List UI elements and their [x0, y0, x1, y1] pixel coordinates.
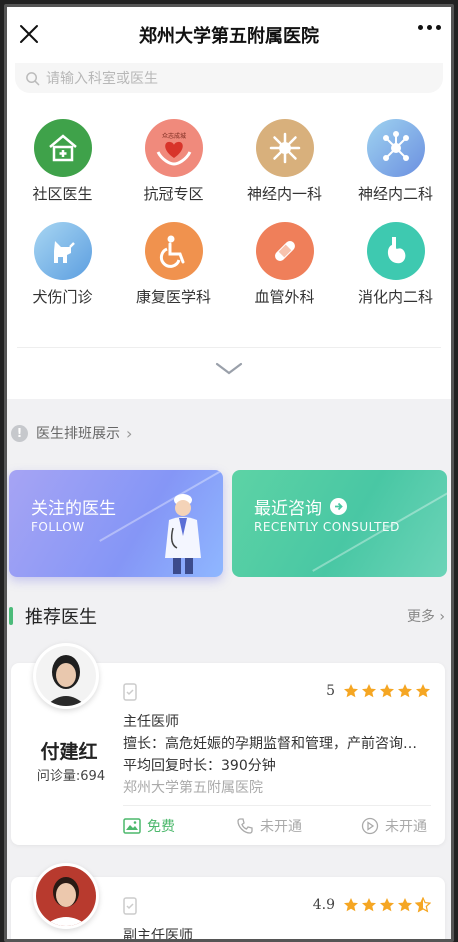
- dept-anti-covid[interactable]: 众志成城 抗冠专区: [118, 119, 229, 204]
- follow-subtitle: FOLLOW: [31, 520, 85, 534]
- play-circle-icon: [361, 817, 379, 835]
- rating-score: 4.9: [312, 897, 335, 913]
- divider: [17, 347, 441, 348]
- schedule-label: 医生排班展示: [36, 426, 120, 442]
- top-bar: 郑州大学第五附属医院: [7, 7, 451, 63]
- service-label: 未开通: [260, 819, 302, 835]
- service-label: 免费: [147, 819, 175, 835]
- followed-doctors-card[interactable]: 关注的医生 FOLLOW: [9, 470, 223, 577]
- recent-title-row: 最近咨询: [254, 494, 347, 519]
- dept-rehab[interactable]: 康复医学科: [118, 222, 229, 307]
- dept-label: 康复医学科: [135, 288, 211, 306]
- star-icon: [344, 898, 358, 912]
- neuron-icon: [255, 119, 314, 177]
- recommended-header: 推荐医生 更多 ›: [7, 603, 451, 629]
- phone-consult-button[interactable]: 未开通: [236, 816, 302, 836]
- doctor-hospital: 郑州大学第五附属医院: [123, 780, 263, 796]
- star-icon: [380, 684, 394, 698]
- neuron-network-icon: [366, 119, 425, 177]
- dept-label: 神经内二科: [357, 185, 433, 203]
- rating-score: 5: [326, 683, 335, 699]
- close-icon[interactable]: [17, 22, 41, 46]
- mobile-icon: [123, 897, 137, 915]
- doctor-schedule-link[interactable]: ! 医生排班展示 ›: [11, 423, 132, 443]
- avatar: [33, 643, 99, 709]
- rating: 5: [326, 683, 431, 699]
- video-consult-button[interactable]: 未开通: [361, 816, 427, 836]
- recently-consulted-card[interactable]: 最近咨询 RECENTLY CONSULTED: [232, 470, 447, 577]
- heart-hands-icon: 众志成城: [144, 119, 203, 177]
- dept-neuro-1[interactable]: 神经内一科: [229, 119, 340, 204]
- doctor-name: 付建红: [40, 741, 98, 763]
- dept-community[interactable]: 社区医生: [7, 119, 118, 204]
- dept-label: 消化内二科: [357, 288, 433, 306]
- chevron-down-icon[interactable]: [213, 361, 245, 377]
- more-label: 更多: [406, 609, 435, 625]
- service-label: 未开通: [385, 819, 427, 835]
- avatar: [33, 863, 99, 929]
- dept-label: 抗冠专区: [143, 185, 204, 203]
- recent-title: 最近咨询: [254, 499, 322, 519]
- star-icon: [380, 898, 394, 912]
- search-placeholder: 请输入科室或医生: [46, 71, 158, 87]
- department-grid-card: 社区医生 众志成城 抗冠专区 神经内一科 神经内二科 犬伤门诊 康复医学科 血管…: [7, 99, 451, 399]
- image-icon: [123, 818, 141, 834]
- section-title: 推荐医生: [25, 607, 97, 628]
- doctor-card[interactable]: 付建红 问诊量:694 5 主任医师 擅长：高危妊娠的孕期监督和管理，产前咨询……: [11, 643, 445, 845]
- search-icon: [26, 71, 40, 85]
- rating-stars: [343, 683, 431, 699]
- doctor-title: 主任医师: [123, 714, 179, 730]
- dept-label: 血管外科: [254, 288, 315, 306]
- doctor-title: 副主任医师: [123, 928, 193, 942]
- wheelchair-icon: [144, 222, 203, 280]
- image-consult-button[interactable]: 免费: [123, 816, 175, 836]
- dept-dog-bite[interactable]: 犬伤门诊: [7, 222, 118, 307]
- more-menu-icon[interactable]: [418, 25, 441, 30]
- dept-label: 神经内一科: [246, 185, 322, 203]
- section-accent-bar: [9, 607, 13, 625]
- search-area: 请输入科室或医生: [7, 63, 451, 99]
- star-icon: [344, 684, 358, 698]
- app-frame: 郑州大学第五附属医院 请输入科室或医生 社区医生 众志成城 抗冠专区 神经内一科…: [4, 4, 454, 942]
- rating-stars: [343, 897, 431, 913]
- phone-icon: [237, 818, 253, 834]
- dept-label: 犬伤门诊: [32, 288, 93, 306]
- divider: [123, 805, 431, 806]
- star-icon: [398, 898, 412, 912]
- mobile-icon: [123, 683, 137, 701]
- doctor-figure-icon: [165, 494, 201, 574]
- consult-count: 问诊量:694: [36, 769, 106, 784]
- chevron-right-icon: ›: [439, 609, 445, 625]
- badge-text: 众志成城: [161, 132, 185, 140]
- dept-gastro-2[interactable]: 消化内二科: [340, 222, 451, 307]
- rating: 4.9: [313, 897, 431, 913]
- dept-vascular[interactable]: 血管外科: [229, 222, 340, 307]
- follow-title: 关注的医生: [31, 499, 116, 519]
- star-icon: [362, 898, 376, 912]
- star-icon: [362, 684, 376, 698]
- star-icon: [398, 684, 412, 698]
- page-title: 郑州大学第五附属医院: [139, 26, 319, 47]
- chevron-right-icon: ›: [126, 423, 133, 443]
- more-link[interactable]: 更多 ›: [407, 606, 445, 626]
- avg-reply-time: 平均回复时长：390分钟: [123, 758, 276, 774]
- info-icon: !: [11, 424, 28, 442]
- star-icon: [415, 897, 431, 913]
- stomach-icon: [366, 222, 425, 280]
- dept-neuro-2[interactable]: 神经内二科: [340, 119, 451, 204]
- doctor-specialty: 擅长：高危妊娠的孕期监督和管理，产前咨询…: [123, 736, 417, 752]
- star-icon: [416, 684, 430, 698]
- arrow-right-icon: [330, 498, 347, 515]
- dept-label: 社区医生: [32, 185, 93, 203]
- bandage-icon: [255, 222, 314, 280]
- dog-icon: [33, 222, 92, 280]
- search-input[interactable]: 请输入科室或医生: [15, 63, 443, 93]
- doctor-card[interactable]: 4.9 副主任医师: [11, 863, 445, 942]
- community-icon: [33, 119, 92, 177]
- recent-subtitle: RECENTLY CONSULTED: [254, 520, 400, 534]
